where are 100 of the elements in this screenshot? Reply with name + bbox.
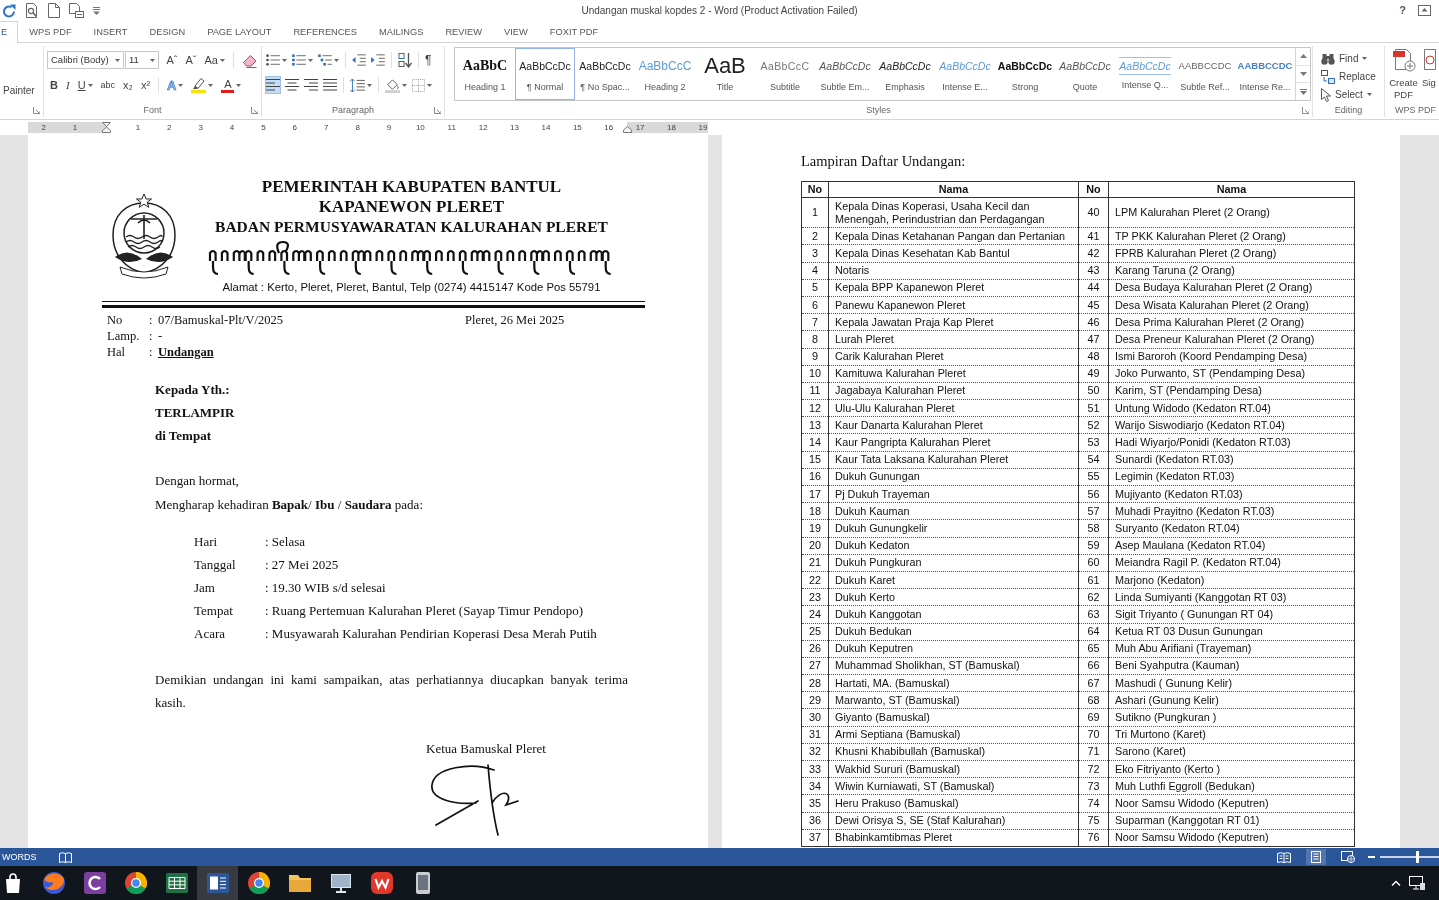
circular-arrow-icon[interactable] bbox=[2, 3, 16, 18]
ribbon-tab[interactable]: REVIEW bbox=[434, 21, 494, 43]
justify-button[interactable] bbox=[322, 76, 338, 94]
decrease-indent-button[interactable] bbox=[351, 51, 367, 69]
ribbon-tab[interactable]: DESIGN bbox=[138, 21, 197, 43]
blank-page-icon[interactable] bbox=[48, 3, 60, 18]
show-marks-button[interactable]: ¶ bbox=[424, 51, 433, 69]
page-printer-icon[interactable] bbox=[69, 3, 84, 18]
table-cell: Kaur Tata Laksana Kalurahan Pleret bbox=[828, 451, 1079, 469]
taskbar-button[interactable] bbox=[197, 866, 238, 900]
replace-button[interactable]: Replace bbox=[1321, 68, 1384, 85]
print-preview-icon[interactable] bbox=[25, 3, 39, 18]
indent-marker-icon[interactable] bbox=[623, 126, 632, 133]
ribbon-tab[interactable]: REFERENCES bbox=[282, 21, 368, 43]
change-case-button[interactable]: Aa bbox=[201, 51, 228, 69]
table-cell: 55 bbox=[1078, 468, 1109, 486]
dialog-launcher-icon[interactable] bbox=[434, 106, 441, 114]
table-cell: Notaris bbox=[828, 262, 1079, 280]
ribbon-tab[interactable]: FOXIT PDF bbox=[538, 21, 610, 43]
dialog-launcher-icon[interactable] bbox=[1302, 106, 1309, 114]
align-right-button[interactable] bbox=[303, 76, 319, 94]
table-cell: 70 bbox=[1078, 726, 1109, 744]
ribbon-tab[interactable]: E bbox=[0, 21, 19, 43]
shrink-font-button[interactable]: Aˇ bbox=[182, 51, 200, 69]
ruler-number: 5 bbox=[261, 122, 266, 133]
ruler-number: 14 bbox=[541, 122, 551, 133]
style-gallery-item[interactable]: AaBbCcDc Intense E... bbox=[935, 48, 995, 100]
sort-button[interactable] bbox=[397, 51, 413, 69]
dialog-launcher-icon[interactable] bbox=[251, 106, 258, 114]
align-center-button[interactable] bbox=[284, 76, 300, 94]
create-pdf-button[interactable]: Create PDF bbox=[1388, 48, 1419, 103]
table-cell: Ashari (Gunung Kelir) bbox=[1108, 691, 1355, 709]
style-gallery-item[interactable]: AaBbCcDc Intense Q... bbox=[1115, 48, 1175, 100]
numbering-button[interactable] bbox=[291, 51, 314, 69]
ribbon-tab[interactable]: PAGE LAYOUT bbox=[196, 21, 283, 43]
slider-thumb[interactable] bbox=[1416, 851, 1420, 863]
ribbon-tab[interactable]: WPS PDF bbox=[18, 21, 83, 43]
view-button[interactable] bbox=[1306, 849, 1326, 865]
bold-button[interactable]: B bbox=[47, 76, 61, 94]
shading-button[interactable] bbox=[384, 76, 408, 94]
table-cell: 18 bbox=[801, 502, 829, 520]
style-gallery-item[interactable]: AaBbCcC Heading 2 bbox=[635, 48, 695, 100]
table-cell: 68 bbox=[1078, 691, 1109, 709]
chevron-up-icon[interactable] bbox=[1391, 880, 1401, 886]
view-button[interactable] bbox=[1338, 849, 1358, 865]
customize-menu-icon[interactable] bbox=[93, 6, 100, 15]
style-gallery-item[interactable]: AABBCCDC Subtle Ref... bbox=[1175, 48, 1235, 100]
select-button[interactable]: Select bbox=[1321, 86, 1384, 103]
ribbon-tab[interactable]: INSERT bbox=[82, 21, 139, 43]
style-gallery-item[interactable]: AABBCCDC Intense Re... bbox=[1235, 48, 1295, 100]
underline-button[interactable]: U bbox=[74, 76, 96, 94]
help-button[interactable]: ? bbox=[1399, 5, 1406, 16]
colon-text: : bbox=[149, 311, 154, 328]
attachment-title: Lampiran Daftar Undangan: bbox=[801, 153, 966, 169]
computer-icon[interactable] bbox=[1409, 876, 1425, 890]
style-gallery-item[interactable]: AaBbCcDc Strong bbox=[995, 48, 1055, 100]
table-cell: Khusni Khabibullah (Bamuskal) bbox=[828, 743, 1079, 761]
dialog-launcher-icon[interactable] bbox=[33, 106, 40, 114]
style-gallery-item[interactable]: AaBbCcDc ¶ Normal bbox=[515, 48, 575, 100]
italic-button[interactable]: I bbox=[62, 76, 73, 94]
table-cell: Marwanto, ST (Bamuskal) bbox=[828, 691, 1079, 709]
ribbon-tab[interactable]: VIEW bbox=[493, 21, 539, 43]
proofing-book-icon[interactable] bbox=[58, 851, 72, 863]
find-button[interactable]: Find bbox=[1321, 50, 1384, 67]
style-gallery-item[interactable]: AaBbCcDc Quote bbox=[1055, 48, 1115, 100]
zoom-slider[interactable] bbox=[1380, 851, 1439, 863]
subscript-button[interactable]: x₂ bbox=[120, 76, 136, 94]
arc-tile-icon bbox=[82, 871, 107, 895]
table-cell: Joko Purwanto, ST (Pendamping Desa) bbox=[1108, 365, 1355, 383]
style-gallery-item[interactable]: AaBbCcDc ¶ No Spac... bbox=[575, 48, 635, 100]
display-options-icon[interactable] bbox=[1418, 5, 1431, 16]
format-painter-button[interactable]: Painter bbox=[3, 85, 35, 97]
table-cell: 34 bbox=[801, 777, 829, 795]
font-size-combobox[interactable]: 11 bbox=[124, 51, 159, 69]
table-cell: Legimin (Kedaton RT.03) bbox=[1108, 468, 1355, 486]
style-gallery-item[interactable]: AaBbCcC Subtitle bbox=[755, 48, 815, 100]
style-gallery-item[interactable]: AaBbC Heading 1 bbox=[455, 48, 515, 100]
style-gallery-item[interactable]: AaBbCcDc Emphasis bbox=[875, 48, 935, 100]
bullets-button[interactable] bbox=[265, 51, 288, 69]
table-cell: 8 bbox=[801, 330, 829, 348]
ribbon-tab[interactable]: MAILINGS bbox=[367, 21, 435, 43]
strikethrough-button[interactable]: abc bbox=[97, 76, 119, 94]
font-color-button[interactable]: A bbox=[218, 76, 245, 94]
style-gallery-item[interactable]: AaB Title bbox=[695, 48, 755, 100]
ruler-number: 17 bbox=[635, 122, 645, 133]
sign-button[interactable]: Sig bbox=[1422, 48, 1439, 103]
font-name-combobox[interactable]: Calibri (Body) bbox=[47, 51, 124, 69]
increase-indent-button[interactable] bbox=[370, 51, 386, 69]
grow-font-button[interactable]: Aˆ bbox=[163, 51, 181, 69]
view-button[interactable] bbox=[1274, 849, 1294, 865]
style-gallery-item[interactable]: AaBbCcDc Subtle Em... bbox=[815, 48, 875, 100]
down-arrow-icon bbox=[1299, 72, 1307, 76]
table-cell: Pj Dukuh Trayeman bbox=[828, 485, 1079, 503]
multilevel-list-button[interactable] bbox=[317, 51, 340, 69]
superscript-button[interactable]: x² bbox=[137, 76, 154, 94]
ruler-number: 18 bbox=[667, 122, 676, 133]
indent-marker-icon[interactable] bbox=[101, 122, 111, 133]
align-left-button[interactable] bbox=[265, 76, 281, 94]
line-spacing-button[interactable] bbox=[349, 76, 373, 94]
table-cell: 31 bbox=[801, 726, 829, 744]
